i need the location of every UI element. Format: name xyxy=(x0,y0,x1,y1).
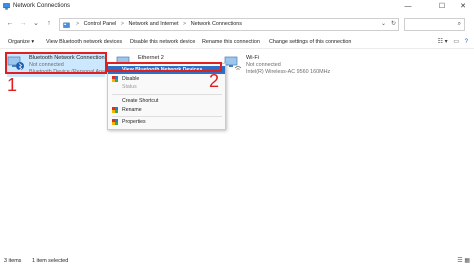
title-bar: Network Connections — ☐ ✕ xyxy=(0,0,474,13)
menu-item-label: Create Shortcut xyxy=(122,98,159,104)
view-options: ☷ ▾ ▭ ? xyxy=(438,38,468,45)
connection-status: Not connected xyxy=(246,62,281,68)
disable-device-button[interactable]: Disable this network device xyxy=(130,39,195,45)
connection-name: Wi-Fi xyxy=(246,55,260,61)
annotation-box-step-2 xyxy=(106,62,222,72)
minimize-button[interactable]: — xyxy=(397,0,419,13)
breadcrumb-separator[interactable]: > xyxy=(121,21,124,27)
shield-icon xyxy=(112,107,118,113)
view-bluetooth-devices-button[interactable]: View Bluetooth network devices xyxy=(46,39,122,45)
annotation-step-1: 1 xyxy=(7,75,18,95)
window-title: Network Connections xyxy=(13,3,71,9)
close-button[interactable]: ✕ xyxy=(452,0,474,13)
network-connections-app-icon xyxy=(3,3,10,10)
search-icon: ⌕ xyxy=(457,21,461,27)
refresh-icon[interactable]: ↻ xyxy=(391,20,396,27)
menu-item-create-shortcut[interactable]: Create Shortcut xyxy=(108,97,225,105)
item-count: 3 items xyxy=(4,258,22,264)
menu-item-rename[interactable]: Rename xyxy=(108,106,225,114)
selection-count: 1 item selected xyxy=(32,258,69,264)
breadcrumb: > Control Panel > Network and Internet >… xyxy=(76,21,245,27)
preview-pane-icon[interactable]: ▭ xyxy=(453,39,459,45)
forward-arrow-icon[interactable]: → xyxy=(18,19,28,29)
up-arrow-icon[interactable]: ↑ xyxy=(44,19,54,29)
menu-item-status[interactable]: Status xyxy=(108,83,225,91)
menu-item-disable[interactable]: Disable xyxy=(108,75,225,83)
rename-connection-button[interactable]: Rename this connection xyxy=(202,39,260,45)
address-field[interactable]: > Control Panel > Network and Internet >… xyxy=(59,18,399,31)
view-toggle-icons[interactable]: ☰ ▦ xyxy=(457,257,470,264)
address-bar: ← → ⌄ ↑ > Control Panel > Network and In… xyxy=(0,15,474,34)
connection-name: Ethernet 2 xyxy=(138,55,164,61)
back-arrow-icon[interactable]: ← xyxy=(5,19,15,29)
address-dropdown-icon[interactable]: ⌄ xyxy=(381,20,386,27)
breadcrumb-control-panel[interactable]: Control Panel xyxy=(84,21,117,27)
connections-list xyxy=(0,50,474,255)
recent-locations-chevron-icon[interactable]: ⌄ xyxy=(31,19,41,29)
annotation-step-2: 2 xyxy=(209,71,220,91)
menu-item-properties[interactable]: Properties xyxy=(108,118,225,126)
connection-device: Intel(R) Wireless-AC 9560 160MHz xyxy=(246,69,331,75)
help-icon[interactable]: ? xyxy=(465,39,468,45)
change-settings-button[interactable]: Change settings of this connection xyxy=(269,39,351,45)
status-bar: 3 items 1 item selected ☰ ▦ xyxy=(0,256,474,267)
breadcrumb-network-and-internet[interactable]: Network and Internet xyxy=(128,21,178,27)
breadcrumb-separator[interactable]: > xyxy=(183,21,186,27)
shield-icon xyxy=(112,76,118,82)
search-input[interactable]: ⌕ xyxy=(404,18,465,31)
maximize-button[interactable]: ☐ xyxy=(431,0,453,13)
menu-item-label: Properties xyxy=(122,119,146,125)
menu-separator xyxy=(112,94,222,95)
menu-separator xyxy=(112,116,222,117)
menu-item-label: Disable xyxy=(122,76,140,82)
wifi-network-icon xyxy=(224,56,242,70)
change-view-icon[interactable]: ☷ ▾ xyxy=(438,39,448,45)
command-bar: Organize ▾ View Bluetooth network device… xyxy=(0,36,474,49)
breadcrumb-separator[interactable]: > xyxy=(76,21,79,27)
connection-item-wifi[interactable]: Wi-Fi Not connected Intel(R) Wireless-AC… xyxy=(224,53,344,77)
menu-item-label: Status xyxy=(122,84,137,90)
annotation-box-step-1 xyxy=(5,52,107,74)
breadcrumb-network-connections[interactable]: Network Connections xyxy=(191,21,242,27)
organize-menu-button[interactable]: Organize ▾ xyxy=(8,39,34,45)
menu-item-label: Rename xyxy=(122,107,142,113)
shield-icon xyxy=(112,119,118,125)
control-panel-icon xyxy=(63,22,70,28)
